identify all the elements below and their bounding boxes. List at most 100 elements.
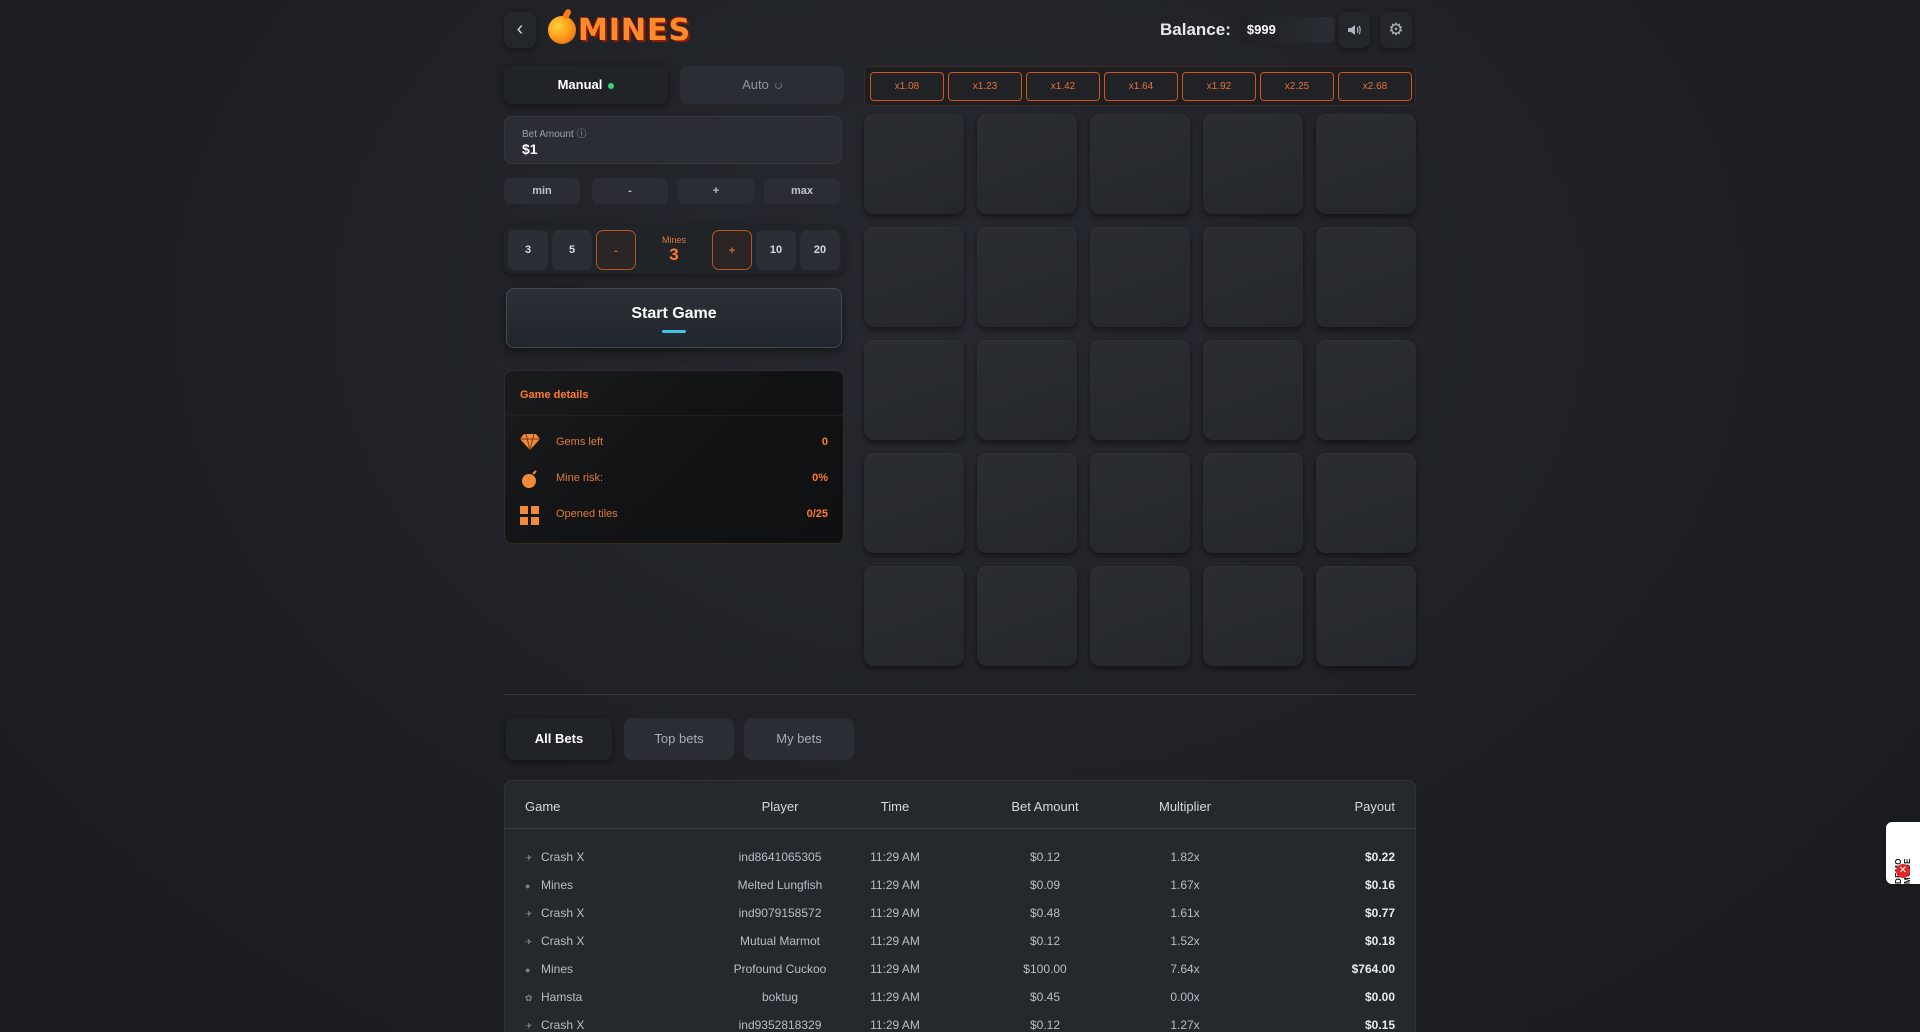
bomb-icon	[548, 16, 576, 44]
bomb-icon: ●	[525, 881, 531, 891]
details-row-opened-tiles: Opened tiles 0/25	[520, 503, 828, 527]
cell-time: 11:29 AM	[870, 906, 920, 920]
mine-tile[interactable]	[1203, 114, 1303, 214]
start-game-underline	[662, 330, 686, 333]
cell-multiplier: 1.52x	[1170, 934, 1200, 948]
tab-manual[interactable]: Manual	[504, 66, 668, 104]
table-row: ✈ Crash X ind9079158572 11:29 AM $0.48 1.61x $…	[505, 899, 1415, 927]
mine-tile[interactable]	[864, 227, 964, 327]
mine-tile[interactable]	[864, 453, 964, 553]
mines-decrease-button[interactable]: -	[596, 230, 636, 270]
mines-preset-10[interactable]: 10	[756, 230, 796, 270]
cell-player: ind9352818329	[738, 1018, 822, 1032]
gems-left-value: 0	[821, 436, 828, 448]
tab-my-bets[interactable]: My bets	[744, 718, 854, 760]
cell-time: 11:29 AM	[870, 1018, 920, 1032]
mine-tile[interactable]	[1316, 453, 1416, 553]
chevron-left-icon: ‹	[516, 18, 524, 40]
mine-tile[interactable]	[1316, 114, 1416, 214]
grid-icon	[520, 505, 540, 525]
cell-player: Profound Cuckoo	[733, 962, 827, 976]
mines-preset-20[interactable]: 20	[800, 230, 840, 270]
cell-game-name: Mines	[541, 878, 574, 892]
mine-tile[interactable]	[1203, 227, 1303, 327]
table-row: ✈ Crash X Mutual Marmot 11:29 AM $0.12 1.52x $…	[505, 927, 1415, 955]
cell-multiplier: 1.67x	[1170, 878, 1200, 892]
table-row: ✿ Hamsta boktug 11:29 AM $0.45 0.00x $0.00	[505, 983, 1415, 1011]
mine-tile[interactable]	[977, 340, 1077, 440]
bet-max-button[interactable]: max	[764, 178, 840, 204]
gem-icon	[520, 433, 540, 453]
mines-preset-3[interactable]: 3	[508, 230, 548, 270]
mine-tile[interactable]	[1203, 453, 1303, 553]
mine-tile[interactable]	[1316, 566, 1416, 666]
back-button[interactable]: ‹	[504, 12, 536, 48]
sound-button[interactable]	[1338, 12, 1370, 48]
mine-tile[interactable]	[1203, 566, 1303, 666]
settings-button[interactable]: ⚙	[1380, 12, 1412, 48]
cell-bet-amount: $0.12	[1029, 1018, 1061, 1032]
cell-payout: $0.15	[1364, 1018, 1395, 1032]
cell-time: 11:29 AM	[870, 878, 920, 892]
mine-tile[interactable]	[864, 340, 964, 440]
cell-time: 11:29 AM	[870, 934, 920, 948]
table-row: ● Mines Profound Cuckoo 11:29 AM $100.00 7.64…	[505, 955, 1415, 983]
mine-tile[interactable]	[1090, 340, 1190, 440]
mine-tile[interactable]	[864, 114, 964, 214]
mine-risk-value: 0%	[812, 472, 828, 484]
tab-top-bets[interactable]: Top bets	[624, 718, 734, 760]
multiplier-bar: x1.08 x1.23 x1.42 x1.64 x1.92 x2.25 x2.6…	[864, 66, 1416, 106]
bet-decrease-button[interactable]: -	[592, 178, 668, 204]
mines-preset-5[interactable]: 5	[552, 230, 592, 270]
tab-all-bets[interactable]: All Bets	[506, 718, 612, 760]
cell-bet-amount: $0.45	[1029, 990, 1061, 1004]
mine-tile[interactable]	[1316, 227, 1416, 327]
speaker-icon	[1348, 25, 1361, 35]
mine-tile[interactable]	[1203, 340, 1303, 440]
mine-tile[interactable]	[1090, 114, 1190, 214]
mine-tile[interactable]	[1090, 227, 1190, 327]
bet-increase-button[interactable]: +	[678, 178, 754, 204]
cell-game-name: Crash X	[541, 906, 585, 920]
mine-tile[interactable]	[864, 566, 964, 666]
start-game-label: Start Game	[631, 305, 717, 322]
cell-player: boktug	[761, 990, 799, 1004]
bet-amount-field[interactable]: Bet Amount ⓘ $1	[504, 116, 842, 164]
cell-multiplier: 0.00x	[1170, 990, 1200, 1004]
mine-tile[interactable]	[1316, 340, 1416, 440]
cell-time: 11:29 AM	[870, 850, 920, 864]
start-game-button[interactable]: Start Game	[506, 288, 842, 348]
mine-tile[interactable]	[977, 566, 1077, 666]
mine-tile[interactable]	[977, 453, 1077, 553]
balance-label: Balance:	[1160, 20, 1231, 39]
logo: MINES	[548, 12, 691, 48]
rocket-icon: ✈	[525, 853, 533, 863]
cell-multiplier: 1.61x	[1170, 906, 1200, 920]
bet-min-button[interactable]: min	[504, 178, 580, 204]
tab-auto[interactable]: Auto	[680, 66, 844, 104]
demo-mode-badge[interactable]: DEMO MODE ✕	[1886, 822, 1920, 884]
game-details-panel: Game details Gems left 0 Mine risk: 0% O…	[504, 370, 844, 544]
mine-tile[interactable]	[977, 227, 1077, 327]
cell-time: 11:29 AM	[870, 990, 920, 1004]
mine-tile[interactable]	[977, 114, 1077, 214]
mines-selector: 3 5 - Mines 3 + 10 20	[504, 226, 844, 274]
close-icon: ✕	[1896, 864, 1910, 878]
mine-tile[interactable]	[1090, 566, 1190, 666]
mines-grid	[864, 114, 1416, 668]
opened-tiles-value: 0/25	[806, 508, 828, 520]
mines-increase-button[interactable]: +	[712, 230, 752, 270]
cell-game: ✿ Hamsta	[525, 990, 582, 1004]
mine-tile[interactable]	[1090, 453, 1190, 553]
table-row: ● Mines Melted Lungfish 11:29 AM $0.09 1.67x $…	[505, 871, 1415, 899]
cell-game: ✈ Crash X	[525, 934, 584, 948]
mines-count: Mines 3	[640, 230, 708, 270]
cell-payout: $0.77	[1364, 906, 1395, 920]
multiplier-chip: x2.68	[1338, 72, 1412, 101]
info-icon: ⓘ	[576, 129, 587, 140]
mines-label: Mines	[661, 235, 686, 245]
cell-game-name: Hamsta	[541, 990, 583, 1004]
game-details-title: Game details	[520, 389, 589, 401]
cell-bet-amount: $0.12	[1029, 850, 1061, 864]
cell-payout: $764.00	[1351, 962, 1395, 976]
